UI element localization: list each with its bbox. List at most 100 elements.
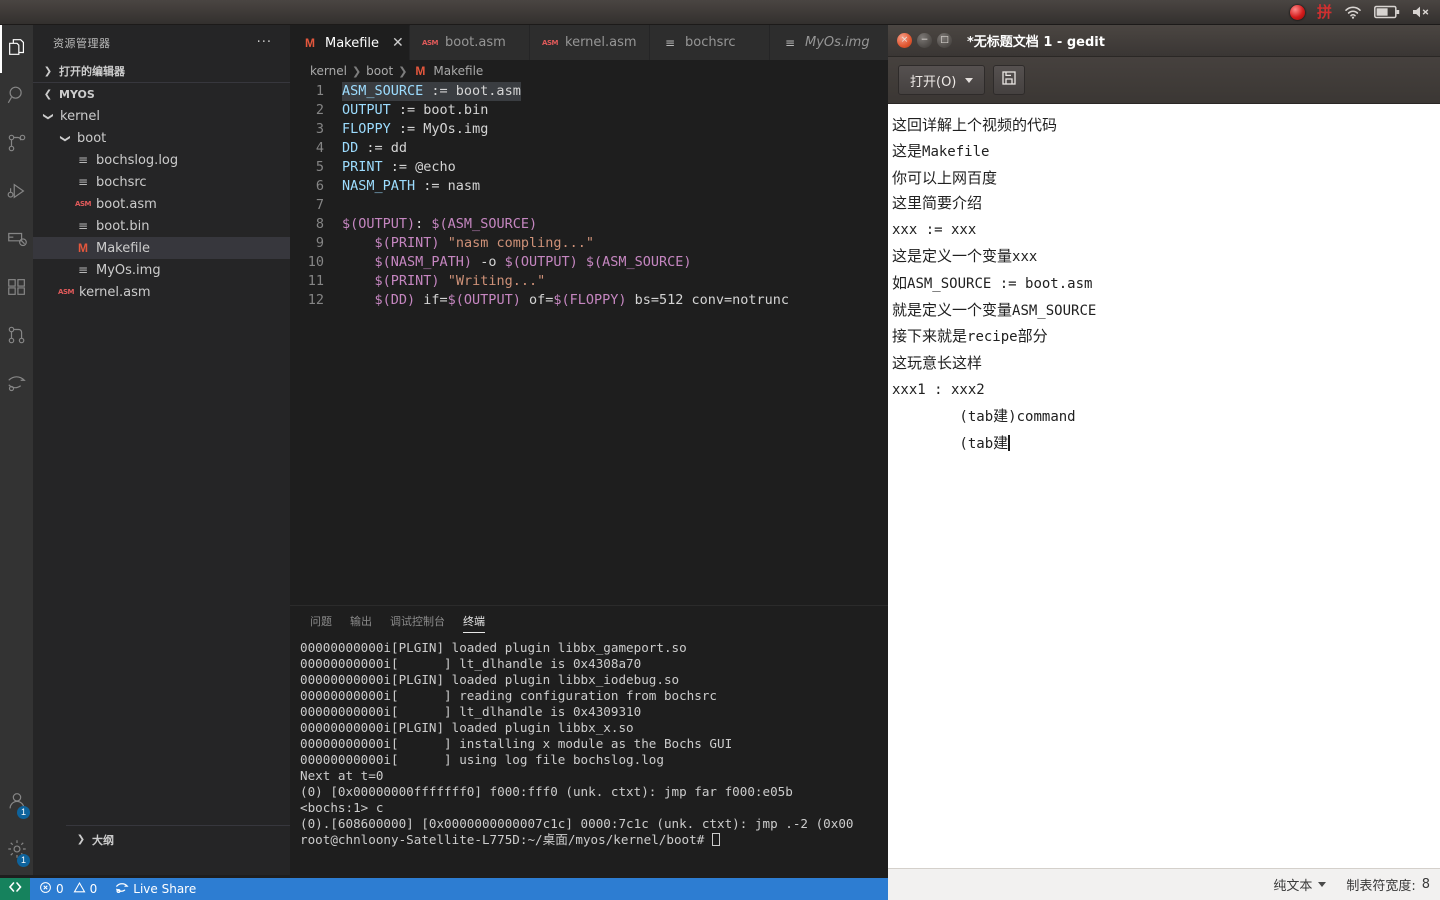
code-line: 11 $(PRINT) "Writing..." [290, 272, 888, 291]
gedit-title: *无标题文档 1 - gedit [967, 35, 1105, 50]
terminal-line: 00000000000i[PLGIN] loaded plugin libbx_… [300, 672, 680, 687]
ime-chinese-icon[interactable]: 拼 [1317, 2, 1332, 22]
chevron-right-icon: ❯ [43, 65, 53, 77]
save-button[interactable] [993, 65, 1026, 95]
line-number: 1 [315, 83, 324, 99]
code-line-text: $(OUTPUT): $(ASM_SOURCE) [342, 216, 538, 232]
terminal-line: root@chnloony-Satellite-L775D:~/桌面/myos/… [300, 832, 888, 848]
section-open-editors[interactable]: ❯ 打开的编辑器 [33, 60, 290, 82]
battery-icon[interactable] [1374, 2, 1400, 22]
activity-item-accounts[interactable]: 1 [0, 779, 33, 827]
language-selector[interactable]: 纯文本 [1273, 875, 1327, 894]
terminal-output[interactable]: 00000000000i[PLGIN] loaded plugin libbx_… [290, 636, 888, 852]
chevron-down-icon: ❮ [43, 88, 53, 100]
file-tree: ❮ kernel ❮ boot ≡ bochslog.log ≡ bochsrc ASM boot… [33, 105, 290, 303]
tree-item-bochsrc[interactable]: ≡ bochsrc [33, 171, 290, 193]
tree-item-kernel[interactable]: ❮ kernel [33, 105, 290, 127]
terminal-line: Next at t=0 [300, 768, 384, 783]
search-icon [6, 84, 28, 111]
activity-item-run-debug[interactable] [0, 169, 33, 217]
code-line-text: NASM_PATH := nasm [342, 178, 481, 194]
files-icon [6, 36, 28, 63]
tree-item-label: MyOs.img [96, 262, 161, 278]
editor-tab-label: bochsrc [685, 35, 736, 50]
editor-tab-boot-asm[interactable]: ASM boot.asm [410, 25, 530, 60]
tree-item-boot-asm[interactable]: ASM boot.asm [33, 193, 290, 215]
accounts-badge: 1 [17, 806, 30, 819]
code-line-text: PRINT := @echo [342, 159, 456, 175]
lines-file-icon: ≡ [77, 219, 89, 233]
breadcrumb-item[interactable]: boot [366, 64, 393, 78]
tree-item-label: kernel [60, 108, 101, 124]
editor-tab-kernel-asm[interactable]: ASM kernel.asm [530, 25, 650, 60]
section-workspace[interactable]: ❮ MYOS [33, 83, 290, 105]
activity-item-remote[interactable] [0, 217, 33, 265]
more-actions-icon[interactable]: ··· [257, 35, 272, 50]
close-icon[interactable]: ✕ [392, 36, 404, 50]
terminal-line: 00000000000i[PLGIN] loaded plugin libbx_… [300, 640, 687, 655]
panel-tab-问题[interactable]: 问题 [310, 606, 332, 636]
code-editor[interactable]: 1 ASM_SOURCE := boot.asm 2 OUTPUT := boot.b… [290, 82, 888, 645]
explorer-sidebar: 资源管理器 ··· ❯ 打开的编辑器 ❮ MYOS ❮ kernel ❮ boot ≡ b… [33, 25, 323, 875]
panel-tab-输出[interactable]: 输出 [350, 606, 372, 636]
editor-tab-MyOs-img[interactable]: ≡ MyOs.img [770, 25, 888, 60]
minimize-button[interactable]: − [917, 33, 932, 48]
open-button[interactable]: 打开(O) [898, 65, 986, 95]
tab-width-selector[interactable]: 制表符宽度: 8 [1346, 875, 1430, 894]
section-outline[interactable]: ❯ 大纲 [66, 825, 323, 853]
editor-tab-label: MyOs.img [805, 35, 870, 50]
gedit-line: 这里简要介绍 [892, 194, 983, 213]
code-line: 1 ASM_SOURCE := boot.asm [290, 82, 888, 101]
code-line: 2 OUTPUT := boot.bin [290, 101, 888, 120]
line-number: 12 [307, 292, 324, 308]
activity-item-git-graph[interactable] [0, 313, 33, 361]
live-share-status[interactable]: Live Share [106, 878, 205, 900]
code-line-text: DD := dd [342, 140, 408, 156]
tree-item-MyOs-img[interactable]: ≡ MyOs.img [33, 259, 290, 281]
activity-item-live-share[interactable] [0, 361, 33, 409]
line-number: 5 [315, 159, 324, 175]
editor-tab-label: kernel.asm [565, 35, 637, 50]
breadcrumb-item[interactable]: Makefile [433, 64, 483, 78]
maximize-button[interactable]: □ [937, 33, 952, 48]
editor-tabs: M Makefile ✕ ASM boot.asm ASM kernel.asm ≡ bochs… [290, 25, 888, 60]
panel-tab-调试控制台[interactable]: 调试控制台 [390, 606, 445, 636]
editor-tab-bochsrc[interactable]: ≡ bochsrc [650, 25, 770, 60]
remote-indicator[interactable] [0, 878, 30, 900]
activity-item-extensions[interactable] [0, 265, 33, 313]
remote-indicator-icon [8, 881, 22, 897]
problems-status[interactable]: 0 0 [30, 878, 106, 900]
activity-item-source-control[interactable] [0, 121, 33, 169]
panel-tab-终端[interactable]: 终端 [463, 606, 485, 636]
run-debug-icon [6, 180, 28, 207]
tree-item-boot[interactable]: ❮ boot [33, 127, 290, 149]
text-cursor [1008, 434, 1010, 451]
gedit-document[interactable]: 这回详解上个视频的代码 这是Makefile 你可以上网百度 这里简要介绍 xxx :=… [888, 104, 1440, 867]
close-button[interactable]: × [897, 33, 912, 48]
gedit-line: (tab建 [892, 433, 1010, 452]
remote-icon [6, 228, 28, 255]
terminal-line: 00000000000i[PLGIN] loaded plugin libbx_… [300, 720, 634, 735]
gedit-line: 这是定义一个变量xxx [892, 246, 1038, 265]
tree-item-bochslog-log[interactable]: ≡ bochslog.log [33, 149, 290, 171]
record-indicator-icon[interactable] [1289, 2, 1305, 22]
tree-item-Makefile[interactable]: M Makefile [33, 237, 290, 259]
git-graph-icon [6, 324, 28, 351]
asm-file-icon: ASM [75, 200, 91, 208]
activity-item-explorer[interactable] [0, 25, 33, 73]
editor-tab-Makefile[interactable]: M Makefile ✕ [290, 25, 410, 60]
code-line-text: OUTPUT := boot.bin [342, 102, 489, 118]
line-number: 8 [315, 216, 324, 232]
makefile-icon: M [78, 241, 88, 255]
tree-item-kernel-asm[interactable]: ASM kernel.asm [33, 281, 290, 303]
tree-item-boot-bin[interactable]: ≡ boot.bin [33, 215, 290, 237]
breadcrumb-item[interactable]: kernel [310, 64, 347, 78]
wifi-icon[interactable] [1344, 2, 1362, 22]
lines-file-icon: ≡ [77, 263, 89, 277]
activity-item-settings[interactable]: 1 [0, 827, 33, 875]
save-icon [1001, 70, 1017, 91]
activity-item-search[interactable] [0, 73, 33, 121]
tree-item-label: bochsrc [96, 174, 147, 190]
code-line-text: FLOPPY := MyOs.img [342, 121, 489, 137]
volume-muted-icon[interactable] [1412, 2, 1432, 22]
